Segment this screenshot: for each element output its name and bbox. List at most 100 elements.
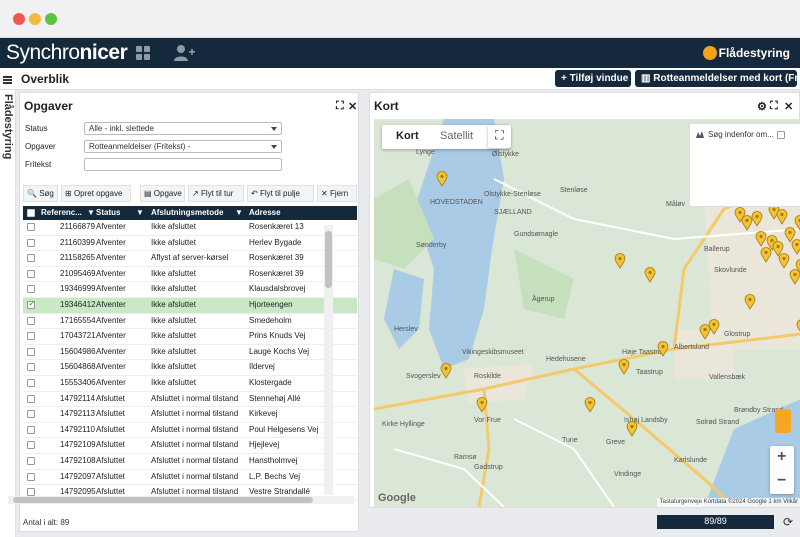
map-pin-icon[interactable] (476, 397, 488, 413)
menu-icon[interactable] (3, 76, 12, 84)
freetext-input[interactable] (84, 158, 282, 171)
row-checkbox[interactable] (27, 488, 35, 497)
status-select[interactable]: Alle - inkl. slettede (84, 122, 282, 135)
map-fullscreen-icon[interactable]: ⛶ (488, 125, 511, 148)
table-row[interactable]: 21095469 Afventer Ikke afsluttet Rosenkæret… (23, 267, 357, 283)
map-pin-icon[interactable] (744, 294, 756, 310)
task-button[interactable]: ▤ Opgave (140, 185, 185, 202)
row-checkbox[interactable] (27, 254, 35, 263)
map-pin-icon[interactable] (778, 253, 790, 269)
row-checkbox[interactable] (27, 238, 35, 247)
maximize-window-button[interactable] (45, 13, 57, 25)
table-row[interactable]: 14792097 Afsluttet Afsluttet i normal tils… (23, 470, 357, 486)
apps-grid-icon[interactable] (136, 46, 151, 60)
move-to-trip-button[interactable]: ↗ Flyt til tur (188, 185, 244, 202)
column-method[interactable]: Afslutningsmetode (151, 208, 223, 217)
row-checkbox[interactable] (27, 223, 35, 231)
map-pin-icon[interactable] (626, 421, 638, 437)
table-row[interactable]: 21166879 Afventer Ikke afsluttet Rosenkæret… (23, 220, 357, 236)
remove-button[interactable]: ✕ Fjern (317, 185, 357, 202)
search-button[interactable]: 🔍 Søg (23, 185, 58, 202)
vertical-scrollbar[interactable] (324, 225, 333, 495)
table-row[interactable]: 15604868 Afventer Ikke afsluttet Ildervej (23, 360, 357, 376)
gear-icon[interactable]: ⚙ (757, 100, 767, 113)
row-checkbox[interactable] (27, 456, 35, 465)
table-row[interactable]: 19346999 Afventer Ikke afsluttet Klausdalsb… (23, 282, 357, 298)
row-checkbox[interactable] (27, 394, 35, 403)
zoom-out-button[interactable]: − (777, 472, 786, 490)
table-row[interactable]: 21158265 Afventer Aflyst af server-kørsel R… (23, 251, 357, 267)
close-icon[interactable]: ✕ (784, 100, 793, 113)
move-to-pool-button[interactable]: ↶ Flyt til pulje (247, 185, 314, 202)
table-row[interactable]: 15553406 Afventer Ikke afsluttet Klostergad… (23, 376, 357, 392)
row-checkbox[interactable] (27, 425, 35, 434)
scroll-thumb[interactable] (325, 231, 332, 288)
search-area-checkbox[interactable] (777, 131, 785, 139)
row-checkbox[interactable] (27, 378, 35, 387)
map-pin-icon[interactable] (657, 341, 669, 357)
create-task-button[interactable]: ⊞ Opret opgave (61, 185, 131, 202)
expand-icon[interactable]: ⛶ (336, 100, 344, 113)
tab-map[interactable]: Kort (396, 130, 419, 142)
sort-icon[interactable]: ▼ (235, 208, 243, 217)
table-row[interactable]: 19346412Afventer Ikke afsluttet Hjorteenge… (23, 297, 357, 314)
table-row[interactable]: 17043721 Afventer Ikke afsluttet Prins Knud… (23, 329, 357, 345)
street-view-pegman-icon[interactable] (775, 409, 791, 433)
side-tab-fleet[interactable]: Flådestyring (0, 90, 16, 537)
select-all-checkbox[interactable] (27, 209, 35, 217)
table-row[interactable]: 14792113 Afsluttet Afsluttet i normal tils… (23, 407, 357, 423)
table-row[interactable]: 17165554 Afventer Ikke afsluttet Smedeholm (23, 314, 357, 330)
add-window-button[interactable]: + Tilføj vindue ▾ (555, 70, 636, 87)
table-row[interactable]: 14792114 Afsluttet Afsluttet i normal tils… (23, 392, 357, 408)
table-row[interactable]: 21160399 Afventer Ikke afsluttet Herlev Byg… (23, 236, 357, 252)
table-row[interactable]: 14792109 Afsluttet Afsluttet i normal tils… (23, 438, 357, 454)
map-pin-icon[interactable] (699, 324, 711, 340)
row-checkbox[interactable] (27, 347, 35, 356)
view-select-button[interactable]: ▥ Rotteanmeldelser med kort (Fritekst) ▾ (635, 70, 800, 87)
map-pin-icon[interactable] (614, 253, 626, 269)
map-pin-icon[interactable] (751, 211, 763, 227)
row-checkbox[interactable] (27, 441, 35, 450)
row-checkbox[interactable] (27, 316, 35, 325)
map-pin-icon[interactable] (440, 363, 452, 379)
map-pin-icon[interactable] (644, 267, 656, 283)
map-pin-icon[interactable] (776, 209, 788, 225)
map-pin-icon[interactable] (789, 269, 800, 285)
table-row[interactable]: 14792110 Afsluttet Afsluttet i normal tils… (23, 423, 357, 439)
module-label[interactable]: Flådestyring (719, 46, 790, 60)
row-checkbox[interactable] (27, 472, 35, 481)
minimize-window-button[interactable] (29, 13, 41, 25)
column-status[interactable]: Status (96, 208, 120, 217)
sort-icon[interactable]: ▼ (87, 208, 95, 217)
column-address[interactable]: Adresse (249, 208, 281, 217)
row-checkbox[interactable] (27, 410, 35, 419)
map-pin-icon[interactable] (618, 359, 630, 375)
table-row[interactable]: 15604986 Afventer Ikke afsluttet Lauge Koch… (23, 345, 357, 361)
expand-icon[interactable]: ⛶ (770, 100, 778, 113)
column-reference[interactable]: Referenc... (41, 208, 82, 217)
row-checkbox[interactable] (27, 285, 35, 294)
map-pin-icon[interactable] (794, 215, 800, 231)
zoom-in-button[interactable]: + (777, 448, 786, 466)
refresh-icon[interactable]: ⟳ (783, 515, 793, 529)
table-row[interactable]: 14792108 Afsluttet Afsluttet i normal tils… (23, 454, 357, 470)
close-window-button[interactable] (13, 13, 25, 25)
map-attribution[interactable]: Tastaturgenveje Kortdata ©2024 Google 1 … (656, 498, 800, 507)
map-pin-icon[interactable] (584, 397, 596, 413)
map-pin-icon[interactable] (436, 171, 448, 187)
map-canvas[interactable]: Lynge Ølstykke Stenløse Måløv Ballerup Skovlu… (374, 119, 800, 507)
row-checkbox[interactable] (27, 269, 35, 278)
map-pin-icon[interactable] (796, 319, 800, 335)
add-user-icon[interactable] (173, 44, 195, 62)
tab-satellite[interactable]: Satellit (440, 130, 473, 142)
row-checkbox[interactable] (27, 332, 35, 341)
map-pin-icon[interactable] (791, 239, 800, 255)
row-checkbox[interactable] (27, 299, 35, 309)
brand-logo[interactable]: Synchronicer (6, 41, 128, 65)
close-icon[interactable]: ✕ (348, 100, 357, 113)
horizontal-scrollbar[interactable] (8, 496, 354, 504)
row-checkbox[interactable] (27, 363, 35, 372)
sort-icon[interactable]: ▼ (136, 208, 144, 217)
tasks-select[interactable]: Rotteanmeldelser (Fritekst) - (84, 140, 282, 153)
scroll-thumb[interactable] (13, 497, 313, 503)
